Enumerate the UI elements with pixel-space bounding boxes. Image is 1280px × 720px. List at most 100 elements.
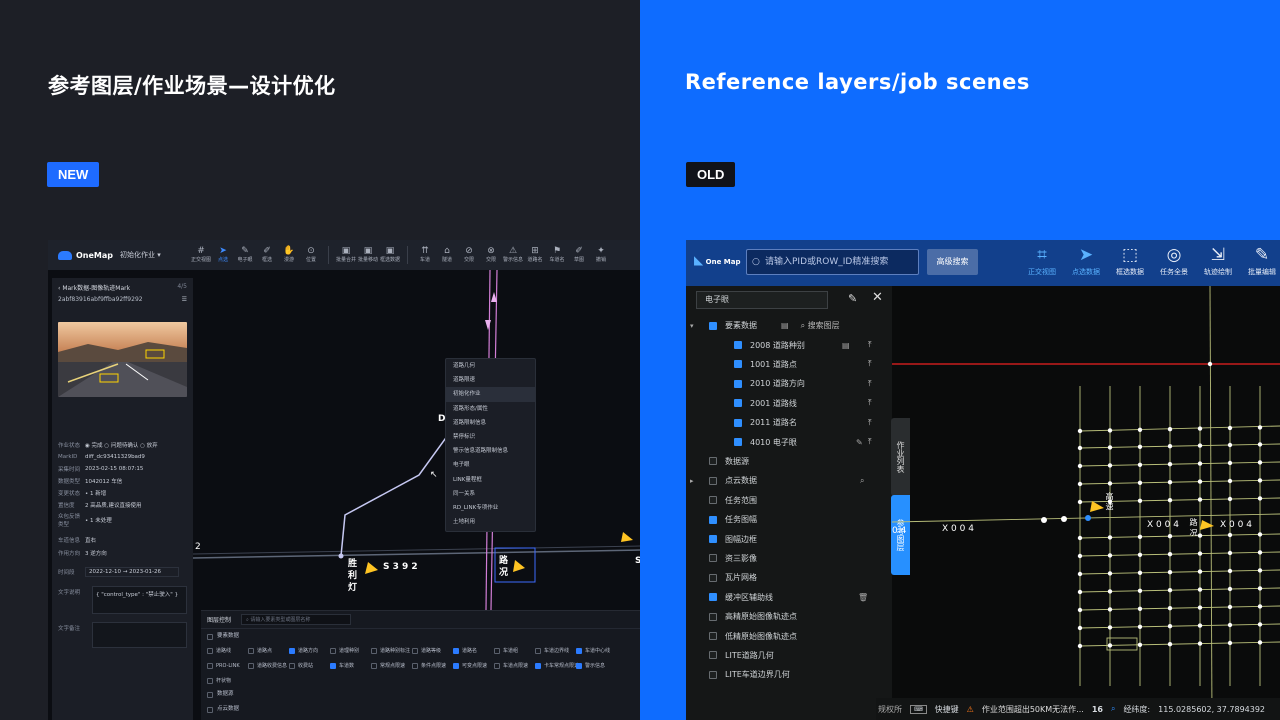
- tool-forbid[interactable]: ⊘ 交限: [458, 246, 480, 264]
- field-value[interactable]: ◉ 完成 ○ 问题待确认 ○ 放弃: [85, 441, 158, 449]
- tool-copy[interactable]: ▣ 框选数据: [379, 246, 401, 264]
- layer-item[interactable]: 道路名: [453, 644, 494, 657]
- layer-checkbox[interactable]: [330, 662, 336, 669]
- layer-checkbox[interactable]: [709, 476, 717, 485]
- layer-item[interactable]: 杆状物: [207, 674, 248, 687]
- context-menu-item[interactable]: 警示信息道路限制信息: [446, 444, 535, 458]
- layer-checkbox[interactable]: [207, 647, 213, 654]
- layer-item[interactable]: 道路方向: [289, 644, 330, 657]
- tool-cursor[interactable]: ➤ 点选: [212, 246, 234, 264]
- layer-checkbox[interactable]: [412, 647, 418, 654]
- layer-tree-row[interactable]: 2008 道路种别 ▤ ⤒: [686, 335, 892, 354]
- layer-checkbox[interactable]: [734, 360, 742, 369]
- edit-icon[interactable]: ✎: [848, 292, 857, 305]
- search-layer-link[interactable]: ⌕ 搜索图层: [801, 320, 840, 331]
- context-menu-item[interactable]: 土地利用: [446, 515, 535, 529]
- tool-ortho[interactable]: ⌗ 正交视图: [1028, 244, 1056, 278]
- layer-checkbox[interactable]: [289, 662, 295, 669]
- tool-grid[interactable]: # 正交视图: [190, 246, 212, 264]
- old-map-canvas[interactable]: 0 4 X 0 0 4 X 0 0 4 X 0 0 4 高 速 路 况: [891, 285, 1280, 720]
- move-to-top-icon[interactable]: ⤒: [868, 379, 872, 389]
- layer-item[interactable]: 车道数: [330, 659, 371, 672]
- layer-section-pointcloud[interactable]: 点云数据: [201, 702, 640, 717]
- layer-item[interactable]: 车道点限速: [494, 659, 535, 672]
- layer-checkbox[interactable]: [734, 399, 742, 408]
- layer-checkbox[interactable]: [494, 662, 500, 669]
- layer-search-input[interactable]: ⌕ 请输入要素类型或图层名称: [241, 614, 352, 625]
- tool-hand[interactable]: ✋ 漫游: [278, 246, 300, 264]
- locate-icon[interactable]: ⌕: [1111, 704, 1115, 714]
- advanced-search-button[interactable]: 高级搜索: [927, 249, 978, 275]
- layer-item[interactable]: 车道中心线: [576, 644, 617, 657]
- layer-checkbox[interactable]: [207, 662, 213, 669]
- layer-checkbox[interactable]: [709, 651, 717, 660]
- layer-checkbox[interactable]: [709, 632, 717, 641]
- layer-tree-row[interactable]: LITE道路几何: [686, 646, 892, 665]
- tool-road-name[interactable]: ⊞ 道路名: [524, 246, 546, 264]
- context-menu-item[interactable]: RD_LINK专项作业: [446, 501, 535, 515]
- onemap-logo[interactable]: OneMap: [58, 250, 120, 260]
- tool-warning[interactable]: ⚠ 警示信息: [502, 246, 524, 264]
- delete-icon[interactable]: 🗑: [858, 593, 868, 602]
- context-menu-item[interactable]: 初始化作业: [446, 387, 535, 402]
- layer-tree-row[interactable]: ▸ 点云数据 ⌕: [686, 471, 892, 490]
- pid-search-input[interactable]: ○ 请输入PID或ROW_ID精准搜索: [746, 249, 919, 275]
- layer-tree-row[interactable]: 任务范围: [686, 491, 892, 510]
- layer-section-sources[interactable]: 数据源: [201, 687, 640, 702]
- tool-tunnel[interactable]: ⌂ 隧道: [436, 246, 458, 264]
- tool-move[interactable]: ▣ 批量移动: [357, 246, 379, 264]
- layer-checkbox[interactable]: [576, 647, 582, 654]
- layer-item[interactable]: 道路种别标注: [371, 644, 412, 657]
- layer-section-features[interactable]: 要素数据: [201, 629, 640, 644]
- layer-item[interactable]: 道路点: [248, 644, 289, 657]
- tool-panorama[interactable]: ◎ 任务全景: [1160, 244, 1188, 278]
- back-link[interactable]: ‹ Mark数据-图像轨迹Mark: [58, 283, 130, 292]
- layer-checkbox[interactable]: [576, 662, 582, 669]
- layer-checkbox[interactable]: [709, 612, 717, 621]
- layer-checkbox[interactable]: [709, 321, 717, 330]
- context-menu-item[interactable]: 禁停标识: [446, 430, 535, 444]
- layer-checkbox[interactable]: [709, 554, 717, 563]
- layer-checkbox[interactable]: [453, 647, 459, 654]
- tool-more[interactable]: ✦ 撤销: [590, 246, 612, 264]
- layer-tree-row[interactable]: 4010 电子眼 ✎ ⤒: [686, 432, 892, 451]
- layer-item[interactable]: 道理种别: [330, 644, 371, 657]
- layer-checkbox[interactable]: [248, 647, 254, 654]
- layer-checkbox[interactable]: [494, 647, 500, 654]
- layer-tree-row[interactable]: 缓冲区辅助线 🗑: [686, 588, 892, 607]
- context-menu-item[interactable]: 道路限制信息: [446, 416, 535, 430]
- layer-tree-row[interactable]: 1001 道路点 ⤒: [686, 355, 892, 374]
- layer-tree-row[interactable]: 瓦片网格: [686, 568, 892, 587]
- layer-item[interactable]: 车道边界线: [535, 644, 576, 657]
- tool-lasso[interactable]: ✐ 框选: [256, 246, 278, 264]
- context-menu-item[interactable]: 道路几何: [446, 359, 535, 373]
- layer-checkbox[interactable]: [371, 647, 377, 654]
- layer-checkbox[interactable]: [709, 515, 717, 524]
- street-photo[interactable]: [58, 322, 187, 397]
- layer-item[interactable]: 收费站: [289, 659, 330, 672]
- move-to-top-icon[interactable]: ⤒: [868, 398, 872, 408]
- layer-checkbox[interactable]: [709, 573, 717, 582]
- pencil-icon[interactable]: ✎: [856, 438, 863, 447]
- move-to-top-icon[interactable]: ⤒: [868, 437, 872, 447]
- tool-pin[interactable]: ⊙ 位置: [300, 246, 322, 264]
- tool-speed[interactable]: ⊗ 交限: [480, 246, 502, 264]
- layer-tree-row[interactable]: 2001 道路线 ⤒: [686, 394, 892, 413]
- zoom-icon[interactable]: ⌕: [860, 476, 864, 486]
- layer-checkbox[interactable]: [709, 457, 717, 466]
- layer-tree-row[interactable]: ▾ 要素数据 ▤ ⌕ 搜索图层: [686, 316, 892, 335]
- layer-tree-row[interactable]: 高精原始图像轨迹点: [686, 607, 892, 626]
- onemap-logo[interactable]: ◣ One Map: [694, 253, 741, 267]
- new-map-canvas[interactable]: 2 S 3 9 2 胜 利 灯 路 况 D S ↖: [192, 269, 640, 611]
- table-icon[interactable]: ▤: [781, 321, 789, 330]
- layer-tree-row[interactable]: 2010 道路方向 ⤒: [686, 374, 892, 393]
- layer-checkbox[interactable]: [453, 662, 459, 669]
- project-dropdown[interactable]: 初始化作业 ▾: [120, 250, 190, 260]
- tool-cursor[interactable]: ➤ 点选数据: [1072, 244, 1100, 278]
- layer-item[interactable]: 可变点限速: [453, 659, 494, 672]
- layer-checkbox[interactable]: [289, 647, 295, 654]
- shortcut-button[interactable]: 快捷键: [935, 704, 959, 715]
- text-remark-field[interactable]: [92, 622, 187, 648]
- layer-checkbox[interactable]: [207, 677, 213, 684]
- layer-tree-row[interactable]: LITE车道边界几何: [686, 665, 892, 684]
